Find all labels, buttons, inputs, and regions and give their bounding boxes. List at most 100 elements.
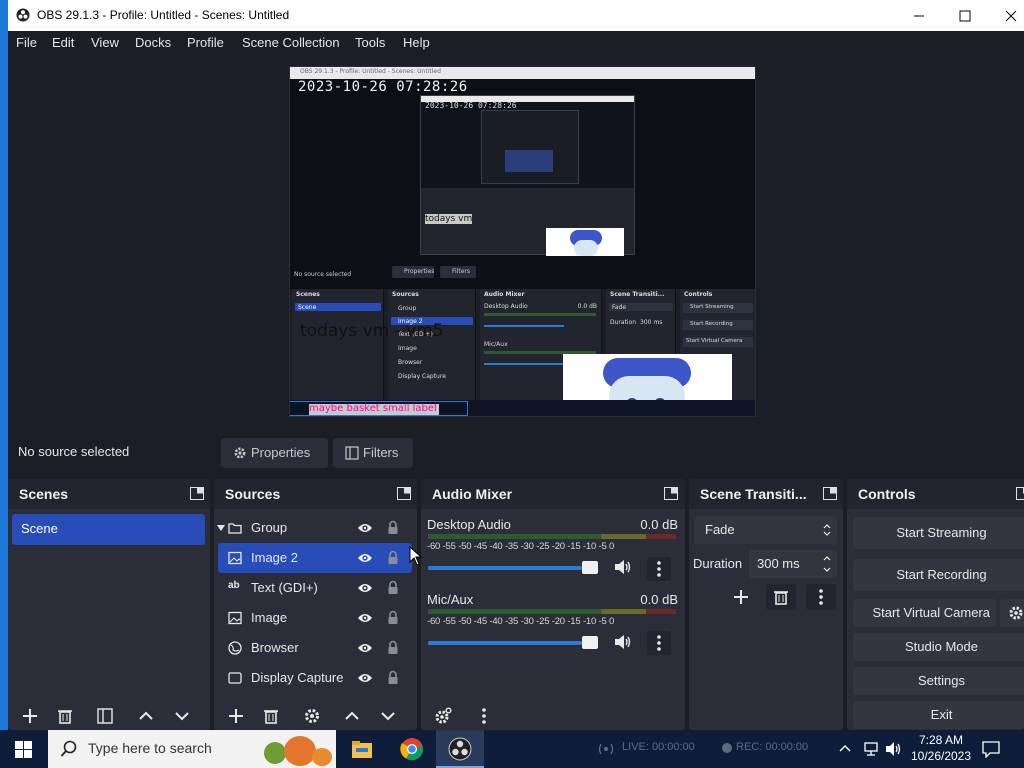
visibility-eye-icon[interactable] xyxy=(357,612,373,624)
virtual-camera-settings-button[interactable] xyxy=(1000,599,1024,627)
settings-button[interactable]: Settings xyxy=(853,667,1024,695)
dock-float-icon[interactable] xyxy=(823,487,837,500)
move-up-icon[interactable] xyxy=(136,706,156,726)
windows-taskbar: Type here to search LIVE: 00:00:00 REC: … xyxy=(0,730,1024,768)
duration-input[interactable]: 300 ms xyxy=(749,550,837,578)
visibility-eye-icon[interactable] xyxy=(357,672,373,684)
lock-icon[interactable] xyxy=(387,520,399,535)
scene-list-item[interactable]: Scene xyxy=(12,514,205,545)
add-source-icon[interactable] xyxy=(226,706,246,726)
scene-list: Scene xyxy=(8,509,210,700)
menu-help[interactable]: Help xyxy=(403,35,430,50)
minimize-icon xyxy=(914,15,924,17)
start-recording-button[interactable]: Start Recording xyxy=(853,559,1024,591)
network-icon[interactable] xyxy=(862,741,880,757)
file-explorer-icon[interactable] xyxy=(351,739,373,759)
filters-button[interactable]: Filters xyxy=(333,438,413,468)
start-virtual-camera-button[interactable]: Start Virtual Camera xyxy=(853,599,996,627)
source-item-image[interactable]: Image xyxy=(218,603,412,633)
menu-view[interactable]: View xyxy=(91,35,119,50)
lock-icon[interactable] xyxy=(387,610,399,625)
gear-icon[interactable] xyxy=(302,706,322,726)
visibility-eye-icon[interactable] xyxy=(357,642,373,654)
add-scene-icon[interactable] xyxy=(20,706,40,726)
obs-taskbar-button[interactable] xyxy=(436,730,484,768)
dock-float-icon[interactable] xyxy=(1016,487,1024,500)
lock-icon[interactable] xyxy=(387,550,399,565)
transitions-title: Scene Transiti... xyxy=(700,486,807,502)
taskbar-clock[interactable]: 7:28 AM 10/26/2023 xyxy=(904,732,978,764)
volume-slider[interactable] xyxy=(428,636,598,649)
exit-button[interactable]: Exit xyxy=(853,701,1024,729)
speaker-icon[interactable] xyxy=(614,559,632,575)
preview-nested-anime xyxy=(546,228,624,256)
volume-icon[interactable] xyxy=(885,741,903,757)
visibility-eye-icon[interactable] xyxy=(357,552,373,564)
menu-edit[interactable]: Edit xyxy=(52,35,74,50)
volume-knob-1[interactable] xyxy=(582,636,598,649)
visibility-eye-icon[interactable] xyxy=(357,522,373,534)
chrome-icon[interactable] xyxy=(400,737,424,761)
expand-arrow-icon[interactable] xyxy=(216,524,226,532)
menu-tools[interactable]: Tools xyxy=(355,35,385,50)
add-transition-icon[interactable] xyxy=(731,587,751,607)
chevron-up-icon[interactable] xyxy=(838,742,852,756)
source-list: Group Image 2 ab Text (GDI+) Image Brows… xyxy=(214,509,417,700)
lock-icon[interactable] xyxy=(387,580,399,595)
dock-float-icon[interactable] xyxy=(664,487,678,500)
source-item-text-gdi[interactable]: ab Text (GDI+) xyxy=(218,573,412,603)
spinner-arrows-icon[interactable] xyxy=(823,554,831,574)
trash-icon[interactable] xyxy=(55,706,75,726)
menu-profile[interactable]: Profile xyxy=(187,35,224,50)
channel-menu-button[interactable] xyxy=(647,631,671,655)
filter-icon xyxy=(345,446,359,460)
transition-select[interactable]: Fade xyxy=(694,516,837,544)
source-item-group[interactable]: Group xyxy=(216,513,412,543)
remove-transition-button[interactable] xyxy=(766,584,796,610)
properties-button[interactable]: Properties xyxy=(221,438,328,468)
menu-scene-collection[interactable]: Scene Collection xyxy=(242,35,340,50)
menu-file[interactable]: File xyxy=(16,35,37,50)
volume-slider[interactable] xyxy=(428,561,598,574)
transition-menu-button[interactable] xyxy=(806,584,836,610)
maximize-icon xyxy=(959,10,971,22)
channel-name: Desktop Audio xyxy=(427,517,511,532)
volume-knob-0[interactable] xyxy=(582,561,598,574)
move-up-icon[interactable] xyxy=(342,706,362,726)
studio-mode-button[interactable]: Studio Mode xyxy=(853,633,1024,661)
kebab-icon xyxy=(819,589,823,605)
transitions-header: Scene Transiti... xyxy=(689,479,843,509)
window-title: OBS 29.1.3 - Profile: Untitled - Scenes:… xyxy=(37,8,290,22)
speaker-icon[interactable] xyxy=(614,634,632,650)
lock-icon[interactable] xyxy=(387,670,399,685)
mouse-cursor-icon xyxy=(409,546,423,566)
source-item-image-2[interactable]: Image 2 xyxy=(218,543,412,573)
mixer-toolbar xyxy=(421,700,685,730)
visibility-eye-icon[interactable] xyxy=(357,582,373,594)
source-item-display-capture[interactable]: Display Capture xyxy=(218,663,412,693)
start-streaming-button[interactable]: Start Streaming xyxy=(853,517,1024,549)
advanced-audio-gear-icon[interactable] xyxy=(433,706,453,726)
scene-filters-icon[interactable] xyxy=(95,706,115,726)
windows-start-icon[interactable] xyxy=(15,741,32,758)
volume-fill-1 xyxy=(428,641,582,645)
notifications-icon[interactable] xyxy=(982,740,1000,758)
preview-nested-capture: 2023-10-26 07:28:26 todays vm xyxy=(420,95,635,256)
lock-icon[interactable] xyxy=(387,640,399,655)
menu-docks[interactable]: Docks xyxy=(135,35,171,50)
channel-menu-button[interactable] xyxy=(647,557,671,581)
dock-float-icon[interactable] xyxy=(190,487,204,500)
source-item-browser[interactable]: Browser xyxy=(218,633,412,663)
dock-float-icon[interactable] xyxy=(397,487,411,500)
close-button[interactable] xyxy=(988,0,1024,31)
kebab-icon[interactable] xyxy=(474,706,494,726)
minimize-button[interactable] xyxy=(896,0,942,31)
preview-canvas[interactable]: OBS 29.1.3 - Profile: Untitled - Scenes:… xyxy=(289,66,756,417)
move-down-icon[interactable] xyxy=(172,706,192,726)
trash-icon[interactable] xyxy=(261,706,281,726)
search-highlight-image xyxy=(256,734,334,766)
taskbar-search-box[interactable]: Type here to search xyxy=(48,730,336,768)
preview-ticker: maybe basket small label xyxy=(290,401,468,416)
maximize-button[interactable] xyxy=(942,0,988,31)
move-down-icon[interactable] xyxy=(378,706,398,726)
